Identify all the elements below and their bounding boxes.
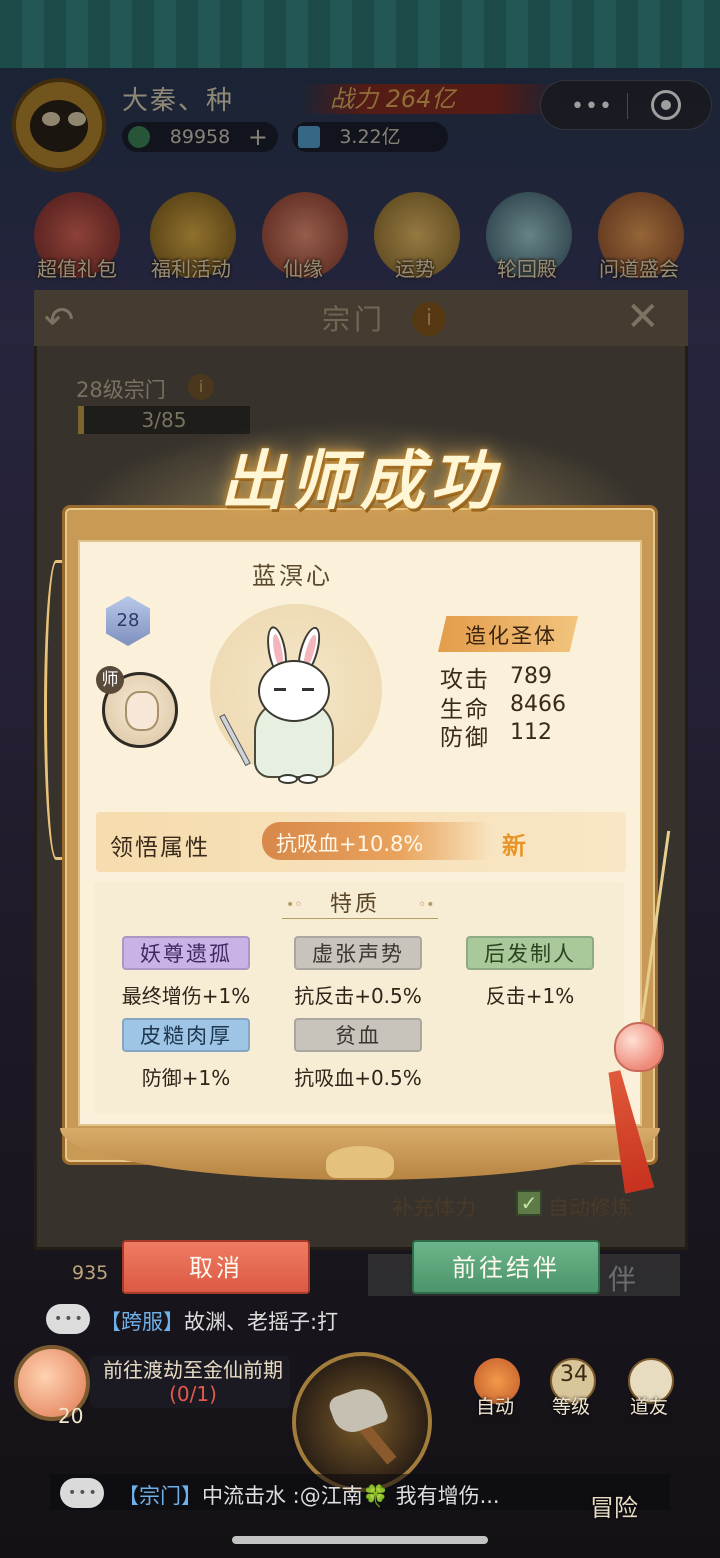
go-partner-button[interactable]: 前往结伴 bbox=[412, 1240, 600, 1294]
rabbit-eye bbox=[274, 688, 286, 691]
chat-bubble-icon[interactable]: ••• bbox=[60, 1478, 104, 1508]
adventure-tab[interactable]: 冒险 bbox=[590, 1488, 638, 1523]
peach-level: 20 bbox=[58, 1404, 84, 1428]
rabbit-head bbox=[258, 660, 330, 722]
stat-attack-value: 789 bbox=[510, 664, 552, 689]
auto-label: 自动 bbox=[476, 1396, 515, 1418]
auto-repair-label: 自动修炼 bbox=[548, 1196, 632, 1220]
trait-chip[interactable]: 贫血 bbox=[294, 1018, 422, 1052]
chat-channel-tag: 【宗门】 bbox=[118, 1484, 202, 1508]
rabbit-foot bbox=[298, 774, 318, 784]
axe-icon bbox=[326, 1382, 390, 1438]
quest-text: 前往渡劫至金仙前期(0/1) bbox=[103, 1358, 283, 1406]
trait-chip[interactable]: 虚张声势 bbox=[294, 936, 422, 970]
comprehend-label: 领悟属性 bbox=[110, 835, 210, 861]
level-number: 34 bbox=[560, 1362, 588, 1387]
auto-repair-checkbox[interactable]: ✓ bbox=[516, 1190, 542, 1216]
disciple-name: 蓝溟心 bbox=[252, 562, 333, 590]
background-number: 935 bbox=[72, 1262, 109, 1284]
trait-chip[interactable]: 后发制人 bbox=[466, 936, 594, 970]
chat-channel-tag: 【跨服】 bbox=[100, 1310, 184, 1334]
trait-chip[interactable]: 皮糙肉厚 bbox=[122, 1018, 250, 1052]
axe-button[interactable] bbox=[292, 1352, 432, 1492]
stat-defense-label: 防御 bbox=[440, 725, 490, 751]
physique-label: 造化圣体 bbox=[465, 624, 557, 648]
new-badge: 新 bbox=[502, 832, 526, 860]
stat-defense-value: 112 bbox=[510, 720, 552, 745]
trait-chip[interactable]: 妖尊遗孤 bbox=[122, 936, 250, 970]
chat-line[interactable]: 【宗门】中流击水 :@江南🍀 我有增伤... bbox=[118, 1480, 500, 1510]
trait-effect: 防御+1% bbox=[141, 1066, 231, 1090]
chat-message: 中流击水 :@江南🍀 我有增伤... bbox=[202, 1484, 500, 1508]
trait-effect: 抗反击+0.5% bbox=[294, 984, 422, 1008]
stat-hp-value: 8466 bbox=[510, 692, 566, 717]
top-decor-strip bbox=[0, 0, 720, 68]
comprehend-value: 抗吸血+10.8% bbox=[276, 832, 424, 856]
chat-bubble-icon[interactable]: ••• bbox=[46, 1304, 90, 1334]
traits-divider bbox=[282, 918, 438, 919]
stat-attack-label: 攻击 bbox=[440, 667, 490, 693]
trait-effect: 抗吸血+0.5% bbox=[294, 1066, 422, 1090]
rabbit-foot bbox=[278, 774, 298, 784]
chat-message: 故渊、老摇子:打 bbox=[184, 1310, 339, 1334]
traits-ornament: ◦• bbox=[418, 897, 435, 913]
friends-label: 道友 bbox=[630, 1396, 669, 1418]
trait-effect: 反击+1% bbox=[485, 984, 575, 1008]
dialog-title: 出师成功 bbox=[220, 444, 500, 519]
level-label: 等级 bbox=[552, 1396, 591, 1418]
restore-stamina-label[interactable]: 补充体力 bbox=[392, 1192, 476, 1222]
home-indicator[interactable] bbox=[232, 1536, 488, 1544]
master-tag: 师 bbox=[96, 666, 124, 694]
background-button-label: 伴 bbox=[608, 1263, 637, 1296]
trait-effect: 最终增伤+1% bbox=[121, 984, 251, 1008]
traits-title: 特质 bbox=[330, 892, 381, 917]
lotus-ornament bbox=[326, 1146, 394, 1178]
rabbit-eye bbox=[302, 688, 314, 691]
cancel-button[interactable]: 取消 bbox=[122, 1240, 310, 1294]
peach-charm-icon bbox=[614, 1022, 664, 1072]
traits-ornament: •◦ bbox=[286, 897, 303, 913]
quest-progress: (0/1) bbox=[169, 1382, 217, 1406]
chat-line[interactable]: 【跨服】故渊、老摇子:打 bbox=[100, 1306, 338, 1336]
